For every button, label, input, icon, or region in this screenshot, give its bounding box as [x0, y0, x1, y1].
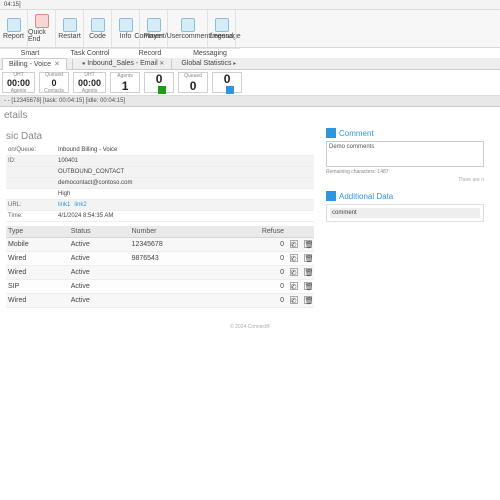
footer: © 2024 Connect® [0, 324, 500, 330]
code-button[interactable]: Code [84, 10, 112, 47]
legend-button[interactable]: Legend [208, 10, 236, 47]
additional-row[interactable]: comment [330, 208, 480, 218]
queue-value: Inbound Billing - Voice [58, 147, 117, 153]
comment-textarea[interactable]: Demo comments [326, 141, 484, 167]
url-link1[interactable]: link1 [58, 202, 70, 208]
info-button[interactable]: Info [112, 10, 140, 47]
tab-strip: Billing - Voice✕ ● Inbound_Sales - Email… [0, 58, 500, 70]
stat-agents: Agents1 [110, 72, 140, 93]
report-button[interactable]: Report [0, 10, 28, 47]
type-value: OUTBOUND_CONTACT [58, 169, 124, 175]
additional-header: Additional Data [339, 192, 393, 201]
player-button[interactable]: Player [140, 10, 168, 47]
comment-icon [326, 128, 336, 138]
email-value: democontact@contoso.com [58, 180, 132, 186]
url-link2[interactable]: link2 [74, 202, 86, 208]
status-icon [226, 86, 234, 94]
tab-billing[interactable]: Billing - Voice✕ [2, 58, 67, 70]
call-icon[interactable]: ✆ [290, 268, 298, 276]
table-row[interactable]: WiredActive0✆🗑 [6, 266, 314, 280]
additional-icon [326, 191, 336, 201]
stat-uht1: UHT00:00Agents [2, 72, 35, 93]
close-icon[interactable]: ✕ [54, 61, 60, 68]
window-title: 04:15] [0, 0, 500, 10]
basic-data-header: sic Data [6, 131, 314, 142]
delete-icon[interactable]: 🗑 [304, 296, 312, 304]
call-icon[interactable]: ✆ [290, 296, 298, 304]
call-icon[interactable]: ✆ [290, 254, 298, 262]
id-value: 100401 [58, 158, 78, 164]
delete-icon[interactable]: 🗑 [304, 240, 312, 248]
ribbon-group-labels: SmartTask ControlRecordMessaging [0, 48, 240, 58]
quickend-button[interactable]: Quick End [28, 10, 56, 47]
delete-icon[interactable]: 🗑 [304, 282, 312, 290]
stat-uht2: UHT00:00Agents [73, 72, 106, 93]
restart-button[interactable]: Restart [56, 10, 84, 47]
commentmsg-button[interactable]: Comment/Usercomment/message [168, 10, 208, 47]
call-icon[interactable]: ✆ [290, 282, 298, 290]
stats-bar: UHT00:00Agents Queued0Contacts UHT00:00A… [0, 70, 500, 96]
stat-zero2: 0 [212, 72, 242, 93]
table-row[interactable]: WiredActive98765430✆🗑 [6, 252, 314, 266]
comment-header: Comment [339, 129, 374, 138]
breadcrumb: - - [12345678] [task: 00:04:15] [idle: 0… [0, 96, 500, 107]
contacts-table: TypeStatusNumber Refuse MobileActive1234… [6, 226, 314, 308]
stat-zero1: 0 [144, 72, 174, 93]
details-header: etails [0, 110, 500, 121]
stat-queued2: Queued0 [178, 72, 208, 93]
delete-icon[interactable]: 🗑 [304, 268, 312, 276]
tab-sales[interactable]: ● Inbound_Sales - Email ✕ [76, 60, 168, 67]
remaining-chars: Remaining characters: 1487 [326, 169, 484, 175]
table-row[interactable]: WiredActive0✆🗑 [6, 294, 314, 308]
priority-value: High [58, 191, 70, 197]
stat-queued1: Queued0Contacts [39, 72, 69, 93]
additional-data-box: comment [326, 204, 484, 222]
call-icon[interactable]: ✆ [290, 240, 298, 248]
time-value: 4/1/2024 8:54:35 AM [58, 213, 113, 219]
ribbon: Report Quick End Restart Code Info Playe… [0, 10, 500, 48]
table-row[interactable]: MobileActive123456780✆🗑 [6, 238, 314, 252]
comment-note: There are n [326, 177, 484, 183]
delete-icon[interactable]: 🗑 [304, 254, 312, 262]
status-icon [158, 86, 166, 94]
tab-stats[interactable]: Global Statistics ▸ [175, 60, 240, 67]
table-row[interactable]: SIPActive0✆🗑 [6, 280, 314, 294]
